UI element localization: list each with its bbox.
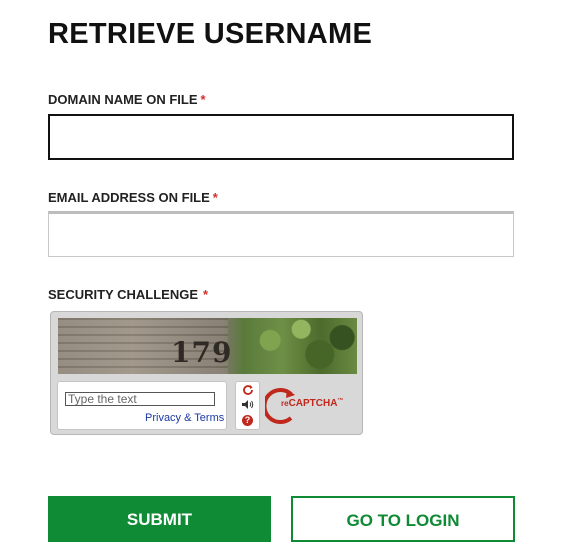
security-challenge-label: SECURITY CHALLENGE * (48, 287, 208, 302)
captcha-image-foliage (233, 318, 357, 374)
help-icon[interactable]: ? (240, 414, 255, 427)
security-challenge-label-text: SECURITY CHALLENGE (48, 287, 198, 302)
captcha-house-number: 179 (171, 336, 233, 369)
go-to-login-button[interactable]: GO TO LOGIN (291, 496, 515, 542)
required-asterisk: * (203, 287, 209, 302)
domain-name-label-text: DOMAIN NAME ON FILE (48, 92, 198, 107)
recaptcha-logo-text: reCAPTCHA™ (281, 398, 343, 409)
refresh-icon[interactable] (240, 384, 255, 397)
required-asterisk: * (200, 92, 206, 107)
captcha-response-input[interactable] (65, 392, 215, 406)
email-address-input[interactable] (48, 211, 514, 257)
recaptcha-logo-tm: ™ (337, 398, 344, 404)
page-title: RETRIEVE USERNAME (48, 18, 373, 50)
submit-button[interactable]: SUBMIT (48, 496, 271, 542)
recaptcha-logo-name: CAPTCHA (288, 398, 338, 409)
recaptcha-logo: reCAPTCHA™ (265, 384, 345, 428)
required-asterisk: * (212, 190, 218, 205)
audio-icon[interactable] (240, 399, 255, 412)
domain-name-input[interactable] (48, 114, 514, 160)
captcha-response-box: Privacy & Terms (57, 381, 227, 430)
captcha-image: 179 (58, 318, 357, 374)
captcha-controls: ? (235, 381, 260, 430)
privacy-terms-link[interactable]: Privacy & Terms (145, 412, 224, 424)
domain-name-label: DOMAIN NAME ON FILE * (48, 92, 206, 107)
email-address-label: EMAIL ADDRESS ON FILE * (48, 190, 218, 205)
recaptcha-widget: 179 Privacy & Terms ? reCAPTCHA™ (50, 311, 363, 435)
email-address-label-text: EMAIL ADDRESS ON FILE (48, 190, 210, 205)
recaptcha-logo-re: re (281, 399, 289, 408)
